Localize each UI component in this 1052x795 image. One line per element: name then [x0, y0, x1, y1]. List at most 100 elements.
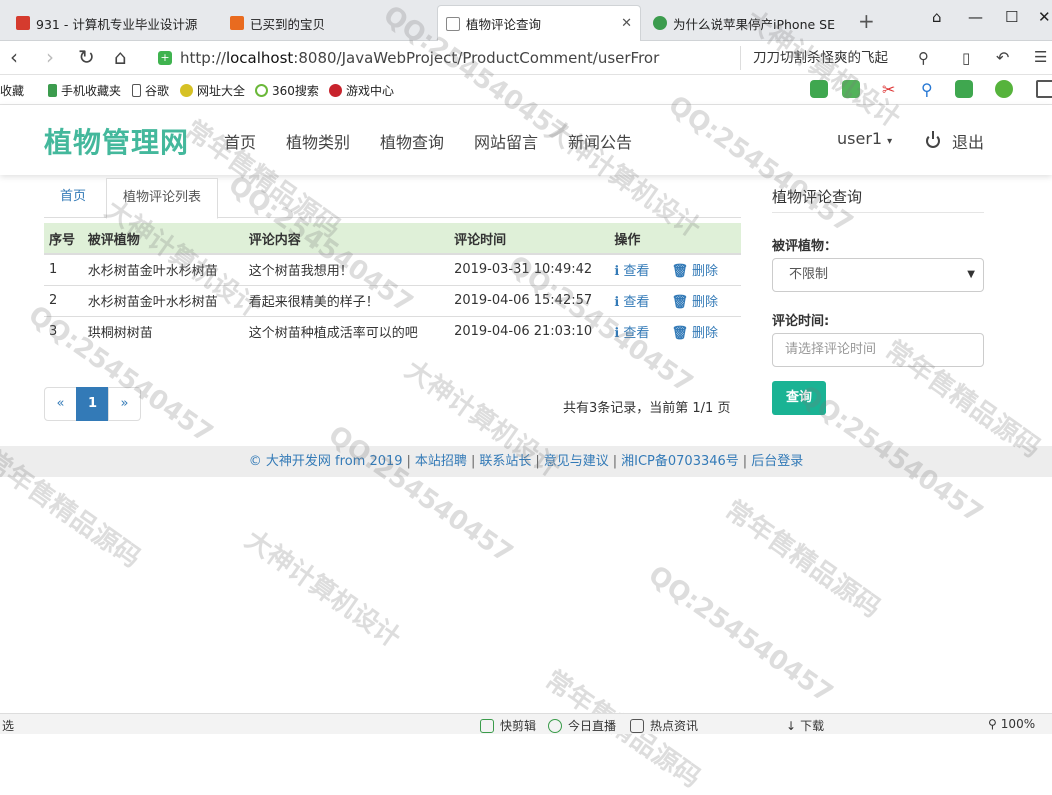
browser-tab-1[interactable]: 931 - 计算机专业毕业设计源: [8, 5, 218, 41]
tablet-icon[interactable]: ▯: [962, 49, 970, 67]
bookmark-item[interactable]: 游戏中心: [329, 82, 394, 99]
browser-tab-4[interactable]: 为什么说苹果停产iPhone SE: [645, 5, 850, 41]
delete-button[interactable]: 🗑 删除: [671, 326, 718, 341]
browser-search-box[interactable]: 刀刀切割杀怪爽的飞起: [740, 46, 940, 70]
sidebar-title: 植物评论查询: [772, 188, 863, 206]
footer-link-feedback[interactable]: 意见与建议: [544, 454, 609, 469]
footer-copyright[interactable]: © 大神开发网 from 2019: [249, 454, 403, 469]
nav-item-home[interactable]: 首页: [224, 129, 256, 153]
live-icon: [548, 718, 562, 733]
magnifier-icon[interactable]: ⚲: [921, 80, 939, 99]
info-icon: ℹ: [614, 264, 620, 280]
tab-home[interactable]: 首页: [44, 178, 102, 218]
undo-icon[interactable]: ↶: [996, 48, 1009, 67]
trash-icon: 🗑: [671, 264, 688, 280]
play-icon: [480, 718, 494, 733]
bookmark-item[interactable]: 网址大全: [180, 82, 245, 99]
footer-sep: |: [742, 454, 748, 469]
query-button[interactable]: 查询: [772, 381, 826, 415]
footer-link-icp[interactable]: 湘ICP备0703346号: [621, 454, 739, 469]
cell-no: 3: [44, 315, 83, 347]
nav-item-plant-category[interactable]: 植物类别: [286, 129, 350, 153]
scissors-icon[interactable]: ✂: [882, 80, 900, 99]
view-button[interactable]: ℹ 查看: [614, 295, 649, 310]
minimize-icon[interactable]: —: [968, 8, 983, 26]
logout-button[interactable]: 退出: [926, 129, 984, 153]
bookmark-label: 网址大全: [197, 84, 246, 98]
username: user1: [837, 129, 883, 148]
page-1-button[interactable]: 1: [76, 387, 109, 421]
back-icon[interactable]: ‹: [10, 45, 18, 69]
delete-label: 删除: [691, 295, 718, 310]
col-header-plant: 被评植物: [82, 223, 244, 255]
browser-tab-2[interactable]: 已买到的宝贝: [222, 5, 432, 41]
maximize-icon[interactable]: ☐: [1005, 8, 1018, 26]
tab-favicon-icon: [230, 16, 244, 30]
translate-icon[interactable]: [842, 80, 860, 98]
browser-tab-3[interactable]: 植物评论查询 ✕: [437, 5, 641, 41]
apps-grid-icon[interactable]: [1036, 80, 1052, 98]
nav-item-guestbook[interactable]: 网站留言: [474, 129, 538, 153]
security-shield-icon: +: [158, 51, 172, 65]
footer-sep: |: [535, 454, 540, 469]
site-brand[interactable]: 植物管理网: [44, 121, 189, 161]
view-label: 查看: [623, 264, 650, 280]
prev-page-button[interactable]: «: [44, 387, 77, 421]
download-icon: ↓: [786, 718, 797, 733]
view-label: 查看: [623, 295, 650, 310]
quick-clip-button[interactable]: 快剪辑: [480, 717, 536, 734]
bookmark-label: 手机收藏夹: [61, 84, 122, 98]
user-menu[interactable]: user1 ▾: [837, 129, 892, 148]
menu-icon[interactable]: ☰: [1034, 48, 1047, 66]
cell-no: 2: [44, 284, 83, 316]
view-button[interactable]: ℹ 查看: [614, 326, 649, 341]
address-bar: ‹ › ↻ ⌂ + http://localhost:8080/JavaWebP…: [0, 41, 1052, 75]
tab-comment-list[interactable]: 植物评论列表: [106, 178, 219, 219]
close-tab-icon[interactable]: ✕: [621, 16, 632, 31]
reload-icon[interactable]: ↻: [78, 45, 95, 69]
skin-icon[interactable]: ⌂: [932, 8, 942, 26]
info-icon: ℹ: [614, 326, 620, 342]
bookmark-item[interactable]: 手机收藏夹: [48, 82, 121, 99]
delete-button[interactable]: 🗑 删除: [671, 295, 718, 310]
nav-item-news[interactable]: 新闻公告: [568, 129, 632, 153]
close-window-icon[interactable]: ✕: [1038, 8, 1051, 26]
view-button[interactable]: ℹ 查看: [614, 264, 649, 279]
footer-link-admin[interactable]: 后台登录: [751, 454, 803, 469]
comment-time-input[interactable]: 请选择评论时间: [772, 333, 984, 367]
live-button[interactable]: 今日直播: [548, 717, 616, 734]
power-icon: [926, 131, 940, 148]
hot-news-button[interactable]: 热点资讯: [630, 717, 698, 734]
extension-icon[interactable]: [810, 80, 828, 98]
phone-icon: [48, 84, 57, 97]
comment-time-placeholder: 请选择评论时间: [785, 342, 877, 357]
download-button[interactable]: ↓ 下载: [786, 717, 824, 734]
search-icon[interactable]: ⚲: [918, 49, 929, 67]
gamepad-icon[interactable]: [955, 80, 973, 98]
home-icon[interactable]: ⌂: [114, 45, 127, 69]
delete-button[interactable]: 🗑 删除: [671, 264, 718, 279]
forward-icon[interactable]: ›: [46, 45, 54, 69]
cell-actions: ℹ 查看 🗑 删除: [609, 315, 741, 347]
zoom-control[interactable]: ⚲ 100%: [988, 717, 1035, 731]
footer-link-jobs[interactable]: 本站招聘: [415, 454, 467, 469]
footer-link-contact[interactable]: 联系站长: [479, 454, 531, 469]
next-page-button[interactable]: »: [108, 387, 141, 421]
bookmark-item[interactable]: 谷歌: [132, 82, 169, 99]
url-field[interactable]: + http://localhost:8080/JavaWebProject/P…: [158, 46, 728, 70]
status-label: 快剪辑: [500, 719, 537, 733]
plant-filter-select[interactable]: 不限制 ▼: [772, 258, 984, 292]
cell-plant: 珙桐树树苗: [82, 315, 244, 347]
time-filter-label: 评论时间:: [772, 314, 830, 329]
bookmark-item[interactable]: 360搜索: [255, 82, 319, 99]
table-row: 1 水杉树苗金叶水杉树苗 这个树苗我想用！ 2019-03-31 10:49:4…: [44, 253, 741, 285]
site-navbar: 植物管理网 首页 植物类别 植物查询 网站留言 新闻公告 user1 ▾ 退出: [0, 105, 1052, 175]
bookmark-item[interactable]: 收藏: [0, 82, 24, 99]
status-label: 100%: [1000, 717, 1036, 731]
sync-icon[interactable]: [995, 80, 1013, 98]
watermark-text: QQ:254540457: [642, 560, 839, 710]
caret-down-icon: ▾: [887, 136, 893, 147]
nav-item-plant-search[interactable]: 植物查询: [380, 129, 444, 153]
url-scheme: http://: [180, 49, 226, 67]
new-tab-icon[interactable]: +: [858, 9, 875, 33]
